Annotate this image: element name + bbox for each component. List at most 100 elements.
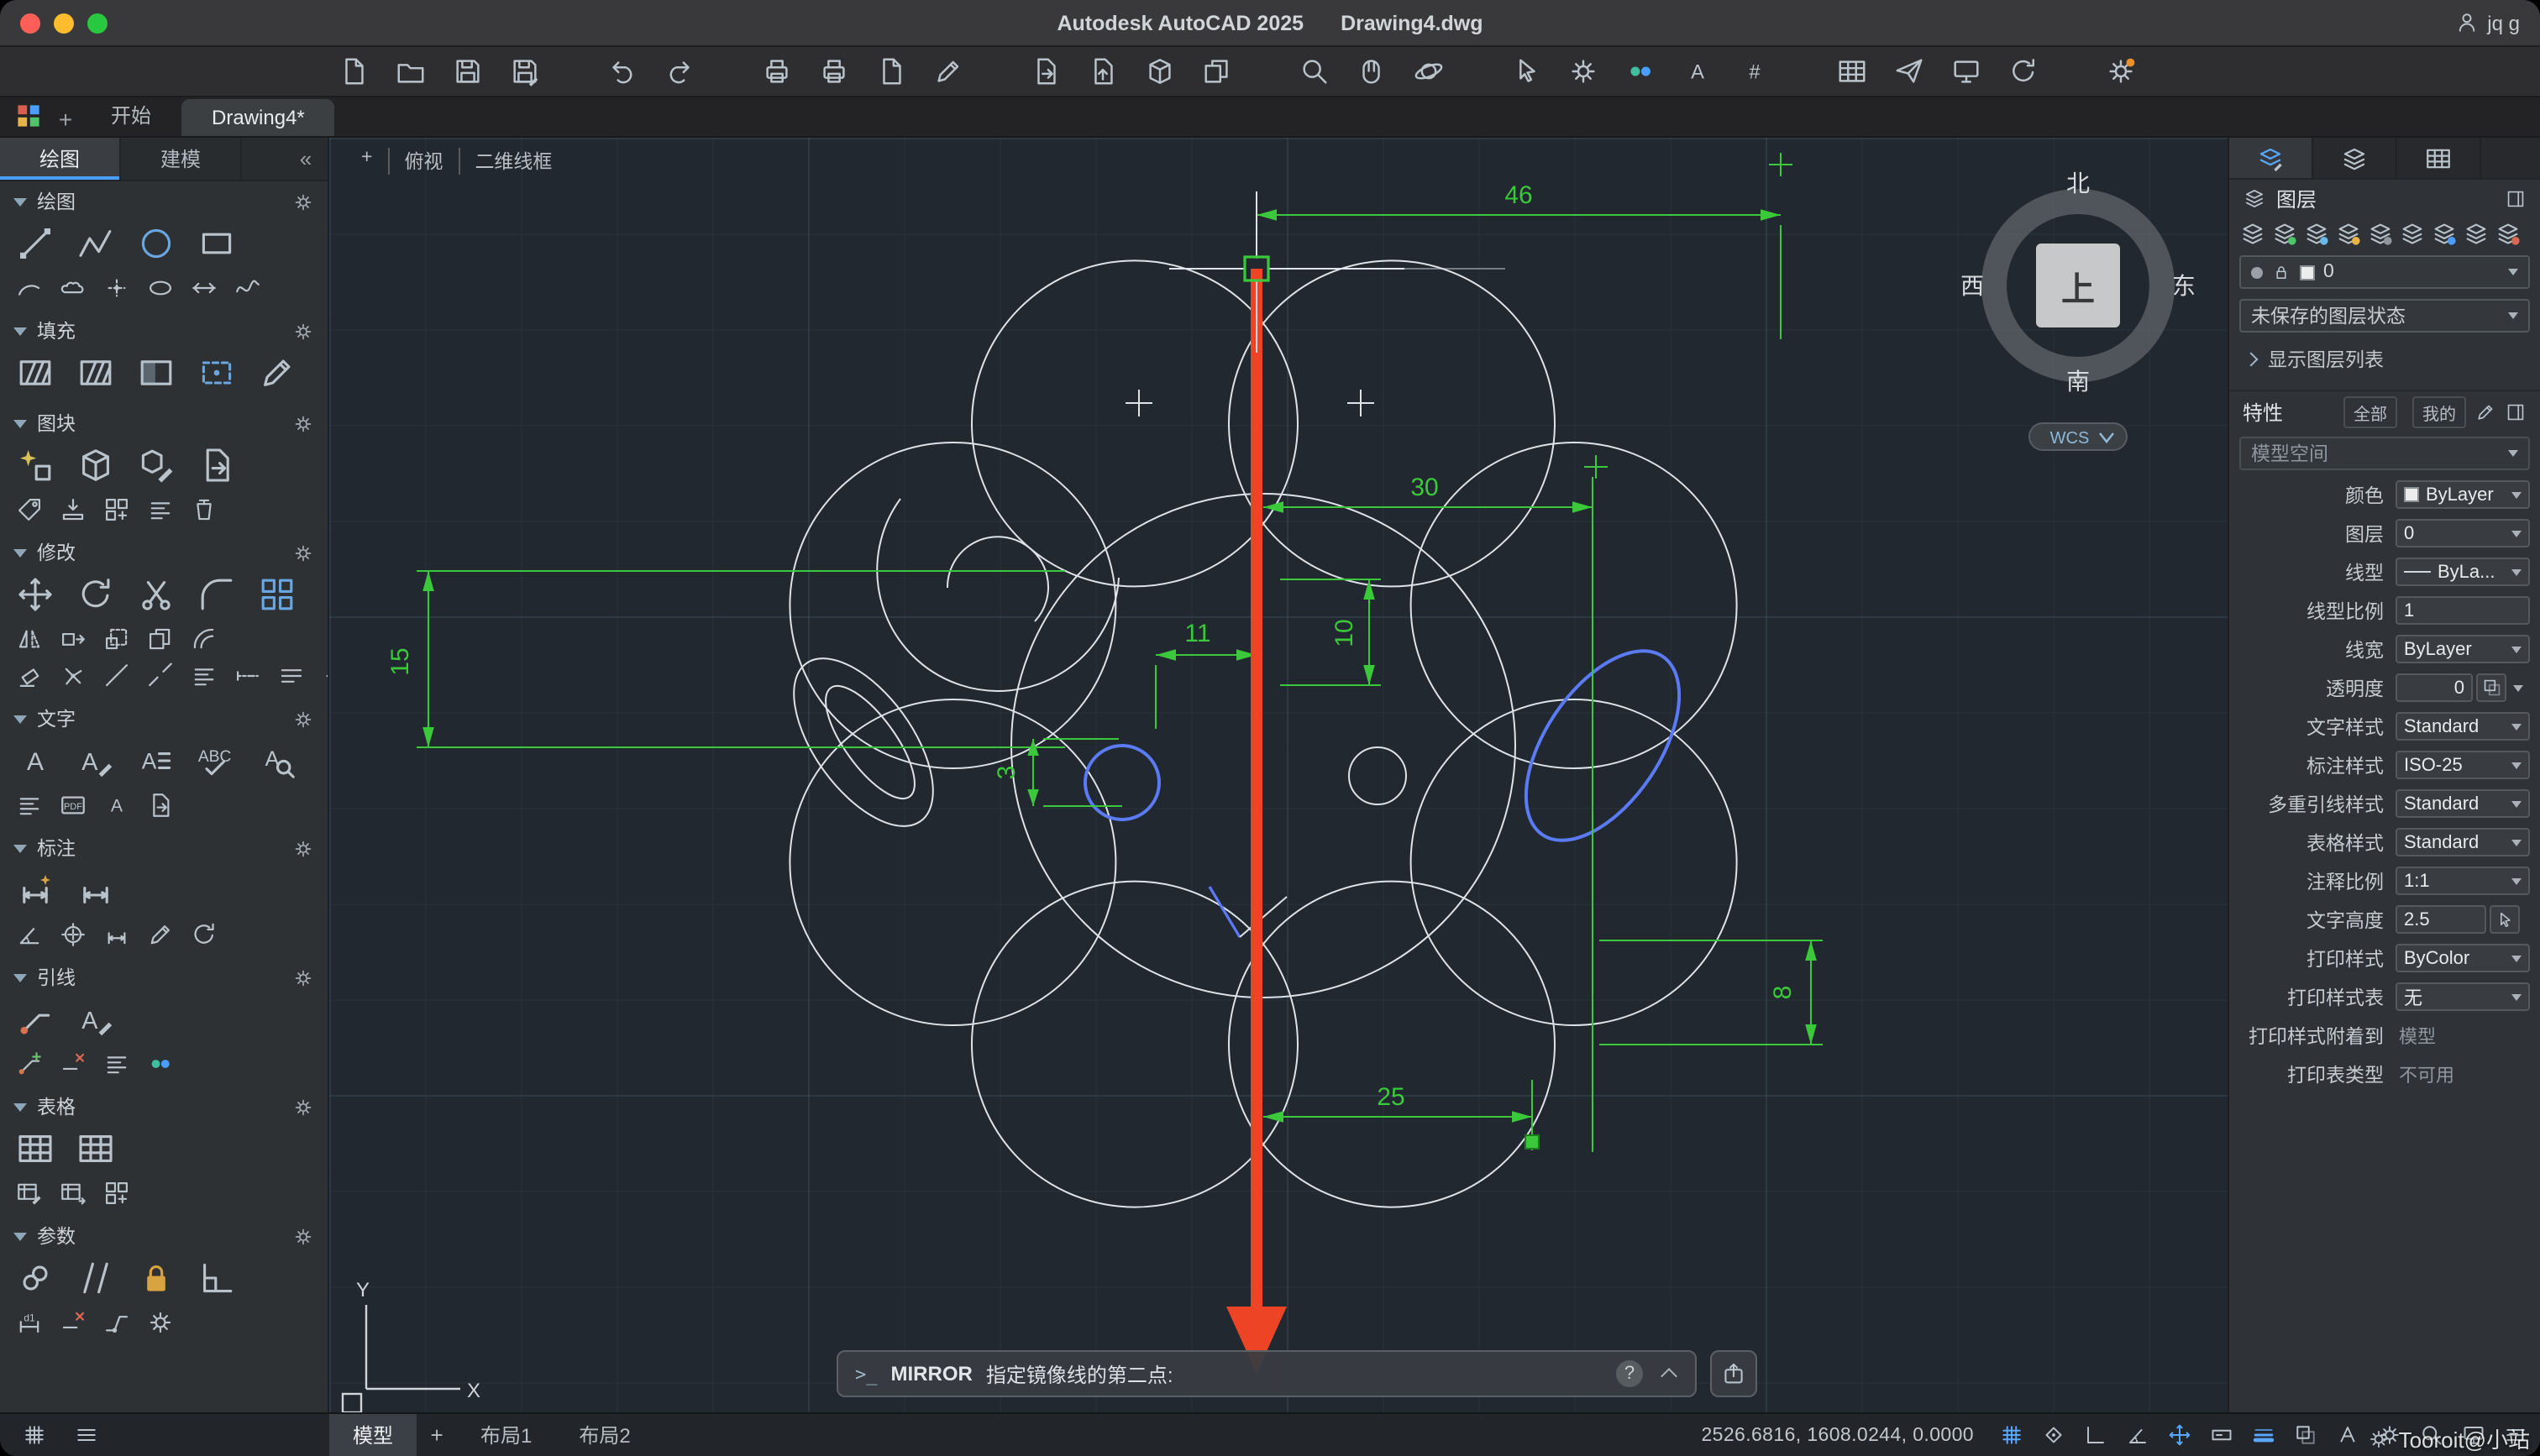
save-as-button[interactable] — [504, 51, 544, 92]
explode-tool[interactable] — [59, 661, 87, 689]
layer-freeze-button[interactable] — [2303, 220, 2330, 247]
refresh-view-button[interactable] — [2002, 51, 2043, 92]
save-button[interactable] — [447, 51, 487, 92]
undo-button[interactable] — [601, 51, 642, 92]
isolate-objects-toggle[interactable] — [2414, 1417, 2449, 1453]
panel-pin-icon[interactable] — [2505, 401, 2527, 422]
perpendicular-constraint-tool[interactable] — [197, 1258, 237, 1298]
plot-style-dropdown[interactable]: ByColor — [2396, 944, 2530, 972]
layer-new-button[interactable] — [2271, 220, 2298, 247]
join-tool[interactable] — [102, 661, 131, 689]
point-tool[interactable] — [102, 273, 131, 301]
section-settings-icon[interactable] — [292, 191, 314, 212]
tab-drawing4[interactable]: Drawing4* — [181, 99, 335, 136]
dim-46[interactable]: 46 — [1504, 181, 1532, 209]
polyline-tool[interactable] — [76, 223, 116, 264]
new-tab-button[interactable]: + — [50, 106, 81, 133]
circle-tool[interactable] — [136, 223, 176, 264]
edit-dimension-tool[interactable] — [146, 919, 175, 948]
command-help-icon[interactable]: ? — [1616, 1360, 1643, 1387]
add-leader-tool[interactable] — [15, 1049, 44, 1077]
align-tool[interactable] — [190, 661, 218, 689]
tab-sheet-list[interactable] — [2397, 138, 2481, 178]
grid-display-toggle[interactable] — [1994, 1417, 2029, 1453]
break-tool[interactable] — [146, 661, 175, 689]
rectangle-tool[interactable] — [197, 223, 237, 264]
move-tool[interactable] — [15, 574, 55, 615]
new-file-button[interactable] — [333, 51, 373, 92]
palette-section-header-draw[interactable]: 绘图 — [0, 185, 328, 218]
leader-style-tool[interactable]: A — [76, 999, 116, 1040]
delete-constraint-tool[interactable] — [59, 1307, 87, 1336]
layer-merge-button[interactable] — [2495, 220, 2522, 247]
customize-menu-toggle[interactable] — [2498, 1417, 2533, 1453]
section-settings-icon[interactable] — [292, 320, 314, 342]
mirror-line[interactable] — [1226, 269, 1287, 1374]
close-button[interactable] — [20, 13, 40, 33]
text-style-tool[interactable]: A — [102, 790, 131, 819]
insert-block-tool[interactable] — [15, 445, 55, 485]
mleader-style-dropdown[interactable]: Standard — [2396, 789, 2530, 818]
layer-off-button[interactable] — [2367, 220, 2394, 247]
center-mark-tool[interactable] — [59, 919, 87, 948]
drawing-canvas[interactable]: + 俯视 二维线框 — [329, 138, 2228, 1412]
model-space[interactable]: 46 30 15 11 10 — [329, 138, 2228, 1412]
grip-point[interactable] — [1525, 1135, 1539, 1149]
multileader-tool[interactable] — [15, 999, 55, 1040]
filter-all-button[interactable]: 全部 — [2343, 395, 2397, 427]
dim-8[interactable]: 8 — [1769, 986, 1797, 1000]
lengthen-tool[interactable] — [234, 661, 262, 689]
share-drawing-button[interactable] — [1888, 51, 1929, 92]
menu-burger-button[interactable] — [69, 1417, 104, 1453]
sheep-face-circle[interactable] — [1011, 494, 1515, 998]
lineweight-dropdown[interactable]: ByLayer — [2396, 635, 2530, 663]
layout2-tab[interactable]: 布局2 — [555, 1413, 653, 1456]
graphics-performance-toggle[interactable] — [2456, 1417, 2491, 1453]
current-layer-dropdown[interactable]: 0 — [2239, 255, 2530, 289]
view-preview-button[interactable] — [1294, 51, 1334, 92]
layout1-tab[interactable]: 布局1 — [457, 1413, 555, 1456]
gradient-fill-tool[interactable] — [136, 353, 176, 393]
viewcube-top-label[interactable]: 上 — [2061, 271, 2095, 308]
align-leaders-tool[interactable] — [102, 1049, 131, 1077]
edit-polyline-tool[interactable] — [321, 661, 329, 689]
annotate-text-button[interactable]: A — [1677, 51, 1717, 92]
viewcube[interactable]: 上 北 西 东 南 WCS — [1960, 170, 2196, 450]
edit-text-tool[interactable]: A — [76, 741, 116, 781]
auto-constrain-tool[interactable] — [102, 1307, 131, 1336]
annotation-visibility-toggle[interactable] — [2330, 1417, 2365, 1453]
linear-dimension-tool[interactable] — [76, 870, 116, 910]
copy-tool[interactable] — [146, 624, 175, 652]
plot-preview-button[interactable] — [870, 51, 911, 92]
right-eye[interactable] — [1349, 747, 1406, 804]
selection-tools-button[interactable] — [1505, 51, 1546, 92]
write-block-tool[interactable] — [197, 445, 237, 485]
right-ear-selected[interactable] — [1495, 625, 1710, 867]
export-block-button[interactable] — [1139, 51, 1179, 92]
app-grid-icon[interactable] — [13, 101, 44, 131]
transparency-display-toggle[interactable] — [2288, 1417, 2323, 1453]
insert-table-tool-tool[interactable] — [15, 1129, 55, 1169]
hatch-pattern-tool[interactable] — [76, 353, 116, 393]
snap-mode-toggle[interactable] — [2036, 1417, 2071, 1453]
left-eye-selected[interactable] — [1085, 746, 1159, 820]
edit-table-tool[interactable] — [15, 1178, 44, 1207]
zoom-button[interactable] — [87, 13, 108, 33]
layer-prev-button[interactable] — [2463, 220, 2490, 247]
color-dropdown[interactable]: ByLayer — [2396, 480, 2530, 509]
dim-25[interactable]: 25 — [1377, 1083, 1404, 1111]
erase-tool[interactable] — [15, 661, 44, 689]
viewcube-south[interactable]: 南 — [2066, 369, 2090, 395]
transparency-input[interactable]: 0 — [2396, 673, 2473, 702]
workspace-switch-toggle[interactable] — [2372, 1417, 2407, 1453]
user-account[interactable]: jq g — [2453, 10, 2520, 35]
tab-layer-manager[interactable] — [2229, 138, 2313, 178]
tab-start[interactable]: 开始 — [81, 94, 181, 136]
import-file-button[interactable] — [1082, 51, 1122, 92]
object-snap-toggle[interactable] — [2162, 1417, 2197, 1453]
lineweight-display-toggle[interactable] — [2246, 1417, 2281, 1453]
spell-check-tool[interactable]: ABC — [197, 741, 237, 781]
find-text-tool[interactable]: A — [257, 741, 297, 781]
space-selector[interactable]: 模型空间 — [2239, 437, 2530, 470]
line-tool[interactable] — [15, 223, 55, 264]
